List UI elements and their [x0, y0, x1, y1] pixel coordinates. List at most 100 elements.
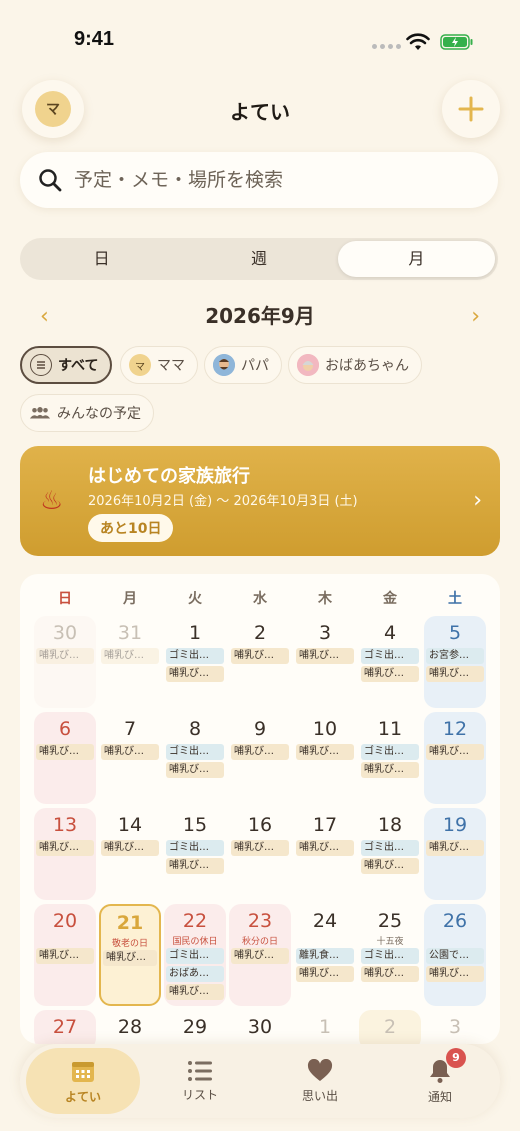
calendar-day-cell[interactable]: 19 哺乳び…: [424, 808, 486, 900]
tabbar-item-schedule[interactable]: よてい: [26, 1048, 140, 1114]
event-chip[interactable]: 公園で…: [426, 948, 484, 964]
filter-chip-everyone[interactable]: みんなの予定: [20, 394, 154, 432]
event-chip[interactable]: 哺乳び…: [101, 744, 159, 760]
calendar-day-cell[interactable]: 3 哺乳び…: [294, 616, 356, 708]
event-chip[interactable]: 哺乳び…: [36, 840, 94, 856]
event-chip[interactable]: 哺乳び…: [426, 840, 484, 856]
event-chip[interactable]: 哺乳び…: [296, 648, 354, 664]
tab-month[interactable]: 月: [337, 241, 495, 277]
day-number: 24: [312, 910, 338, 932]
calendar-day-cell[interactable]: 2: [359, 1010, 421, 1044]
calendar-day-cell[interactable]: 11 ゴミ出… 哺乳び…: [359, 712, 421, 804]
calendar-day-cell[interactable]: 14 哺乳び…: [99, 808, 161, 900]
event-chip[interactable]: ゴミ出…: [166, 948, 224, 964]
day-number: 30: [52, 622, 78, 644]
tab-week[interactable]: 週: [180, 241, 337, 277]
add-event-button[interactable]: [442, 80, 500, 138]
calendar-day-cell[interactable]: 18 ゴミ出… 哺乳び…: [359, 808, 421, 900]
calendar-day-cell[interactable]: 4 ゴミ出… 哺乳び…: [359, 616, 421, 708]
calendar-day-cell[interactable]: 5 お宮参… 哺乳び…: [424, 616, 486, 708]
event-chip[interactable]: 哺乳び…: [166, 666, 224, 682]
event-chip[interactable]: 哺乳び…: [426, 966, 484, 982]
filter-chip-label: おばあちゃん: [325, 358, 409, 374]
calendar-day-cell[interactable]: 1 ゴミ出… 哺乳び…: [164, 616, 226, 708]
calendar-day-cell[interactable]: 2 哺乳び…: [229, 616, 291, 708]
calendar-day-cell[interactable]: 13 哺乳び…: [34, 808, 96, 900]
search-input[interactable]: [74, 169, 454, 191]
event-chip[interactable]: 哺乳び…: [296, 966, 354, 982]
filter-chip-all[interactable]: すべて: [20, 346, 113, 384]
event-chip[interactable]: お宮参…: [426, 648, 484, 664]
calendar-day-cell[interactable]: 12 哺乳び…: [424, 712, 486, 804]
event-chip[interactable]: ゴミ出…: [361, 948, 419, 964]
calendar-day-cell[interactable]: 10 哺乳び…: [294, 712, 356, 804]
search-bar[interactable]: [20, 152, 498, 208]
event-chip[interactable]: 哺乳び…: [101, 840, 159, 856]
calendar-day-cell[interactable]: 29: [164, 1010, 226, 1044]
tab-day[interactable]: 日: [23, 241, 180, 277]
filter-chip-papa[interactable]: パパ: [204, 346, 282, 384]
event-chip[interactable]: ゴミ出…: [361, 648, 419, 664]
calendar-day-cell[interactable]: 20 哺乳び…: [34, 904, 96, 1006]
event-chip[interactable]: 離乳食…: [296, 948, 354, 964]
calendar-day-cell[interactable]: 16 哺乳び…: [229, 808, 291, 900]
event-chip[interactable]: 哺乳び…: [36, 948, 94, 964]
calendar-day-cell[interactable]: 1: [294, 1010, 356, 1044]
calendar-day-cell[interactable]: 21 敬老の日 哺乳び…: [99, 904, 161, 1006]
event-chip[interactable]: おばあ…: [166, 966, 224, 982]
event-chip[interactable]: 哺乳び…: [296, 744, 354, 760]
event-chip[interactable]: 哺乳び…: [361, 966, 419, 982]
event-chip[interactable]: 哺乳び…: [231, 840, 289, 856]
calendar-day-cell[interactable]: 8 ゴミ出… 哺乳び…: [164, 712, 226, 804]
event-chip[interactable]: 哺乳び…: [166, 984, 224, 1000]
event-chip[interactable]: 哺乳び…: [361, 858, 419, 874]
event-chip[interactable]: 哺乳び…: [103, 950, 157, 966]
event-chip[interactable]: 哺乳び…: [231, 948, 289, 964]
event-chip[interactable]: 哺乳び…: [296, 840, 354, 856]
calendar-day-cell[interactable]: 31 哺乳び…: [99, 616, 161, 708]
calendar-day-cell[interactable]: 30: [229, 1010, 291, 1044]
weekday-label: 月: [123, 591, 137, 607]
calendar-day-cell[interactable]: 25 十五夜 ゴミ出… 哺乳び…: [359, 904, 421, 1006]
event-chip[interactable]: 哺乳び…: [166, 762, 224, 778]
tabbar-item-list[interactable]: リスト: [140, 1044, 260, 1118]
tabbar-item-memories[interactable]: 思い出: [260, 1044, 380, 1118]
calendar-day-cell[interactable]: 28: [99, 1010, 161, 1044]
weekday-label: 日: [58, 591, 72, 607]
event-chip[interactable]: 哺乳び…: [166, 858, 224, 874]
calendar-day-cell[interactable]: 7 哺乳び…: [99, 712, 161, 804]
event-chip[interactable]: 哺乳び…: [361, 762, 419, 778]
event-chip[interactable]: 哺乳び…: [36, 744, 94, 760]
event-chip[interactable]: 哺乳び…: [101, 648, 159, 664]
event-chip[interactable]: 哺乳び…: [361, 666, 419, 682]
calendar-day-cell[interactable]: 17 哺乳び…: [294, 808, 356, 900]
list-icon: [30, 354, 52, 376]
event-chip[interactable]: 哺乳び…: [426, 744, 484, 760]
chevron-right-icon[interactable]: ›: [471, 304, 480, 329]
calendar-day-cell[interactable]: 24 離乳食… 哺乳び…: [294, 904, 356, 1006]
event-chip[interactable]: ゴミ出…: [361, 840, 419, 856]
event-chip[interactable]: 哺乳び…: [231, 648, 289, 664]
calendar-day-cell[interactable]: 26 公園で… 哺乳び…: [424, 904, 486, 1006]
calendar-day-cell[interactable]: 6 哺乳び…: [34, 712, 96, 804]
event-chip[interactable]: ゴミ出…: [166, 744, 224, 760]
calendar-day-cell[interactable]: 22 国民の休日 ゴミ出… おばあ… 哺乳び…: [164, 904, 226, 1006]
event-chip[interactable]: 哺乳び…: [426, 666, 484, 682]
calendar-day-cell[interactable]: 30 哺乳び…: [34, 616, 96, 708]
calendar-day-cell[interactable]: 23 秋分の日 哺乳び…: [229, 904, 291, 1006]
calendar-day-cell[interactable]: 15 ゴミ出… 哺乳び…: [164, 808, 226, 900]
calendar-day-cell[interactable]: 3: [424, 1010, 486, 1044]
event-chip[interactable]: ゴミ出…: [361, 744, 419, 760]
calendar-day-cell[interactable]: 9 哺乳び…: [229, 712, 291, 804]
filter-chip-grandma[interactable]: おばあちゃん: [288, 346, 422, 384]
trip-banner[interactable]: ♨ はじめての家族旅行 2026年10月2日 (金) 〜 2026年10月3日 …: [20, 446, 500, 556]
event-chip[interactable]: ゴミ出…: [166, 840, 224, 856]
calendar-day-cell[interactable]: 27: [34, 1010, 96, 1044]
event-chip[interactable]: 哺乳び…: [231, 744, 289, 760]
tabbar-item-notifications[interactable]: 通知: [380, 1044, 500, 1118]
filter-chip-mama[interactable]: マ ママ: [120, 346, 198, 384]
event-chip[interactable]: ゴミ出…: [166, 648, 224, 664]
event-chip[interactable]: 哺乳び…: [36, 648, 94, 664]
